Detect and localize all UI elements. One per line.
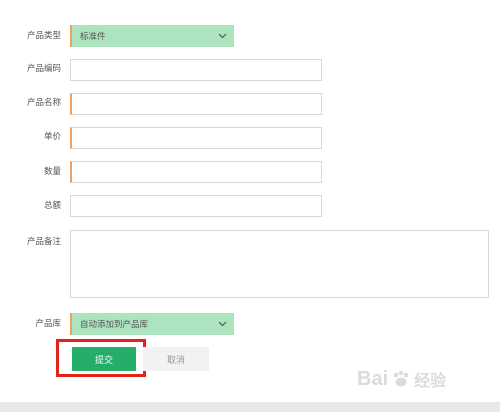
product-code-label: 产品编码 <box>26 64 61 74</box>
product-name-label: 产品名称 <box>26 98 61 108</box>
footer-bar <box>0 402 500 412</box>
baidu-watermark: Bai 经验 <box>357 364 446 394</box>
quantity-label: 数量 <box>43 167 61 177</box>
cancel-button[interactable]: 取消 <box>143 347 209 371</box>
product-type-value: 标准件 <box>80 32 106 42</box>
chevron-down-icon <box>217 320 227 328</box>
quantity-input[interactable] <box>70 161 322 183</box>
total-amount-label: 总额 <box>43 201 61 211</box>
watermark-suffix: 经验 <box>414 373 447 390</box>
paw-icon <box>393 370 409 387</box>
product-library-value: 自动添加到产品库 <box>80 320 149 330</box>
product-library-select[interactable]: 自动添加到产品库 <box>70 313 234 335</box>
product-name-input[interactable] <box>70 93 322 115</box>
product-remark-label: 产品备注 <box>26 237 61 247</box>
product-type-select[interactable]: 标准件 <box>70 25 234 47</box>
unit-price-label: 单价 <box>43 132 61 142</box>
submit-button[interactable]: 提交 <box>72 347 136 371</box>
product-library-label: 产品库 <box>35 319 61 329</box>
unit-price-input[interactable] <box>70 127 322 149</box>
chevron-down-icon <box>217 32 227 40</box>
product-remark-textarea[interactable] <box>70 230 489 298</box>
product-code-input[interactable] <box>70 59 322 81</box>
watermark-brand: Bai <box>357 367 389 390</box>
total-amount-input[interactable] <box>70 195 322 217</box>
product-type-label: 产品类型 <box>26 31 61 41</box>
